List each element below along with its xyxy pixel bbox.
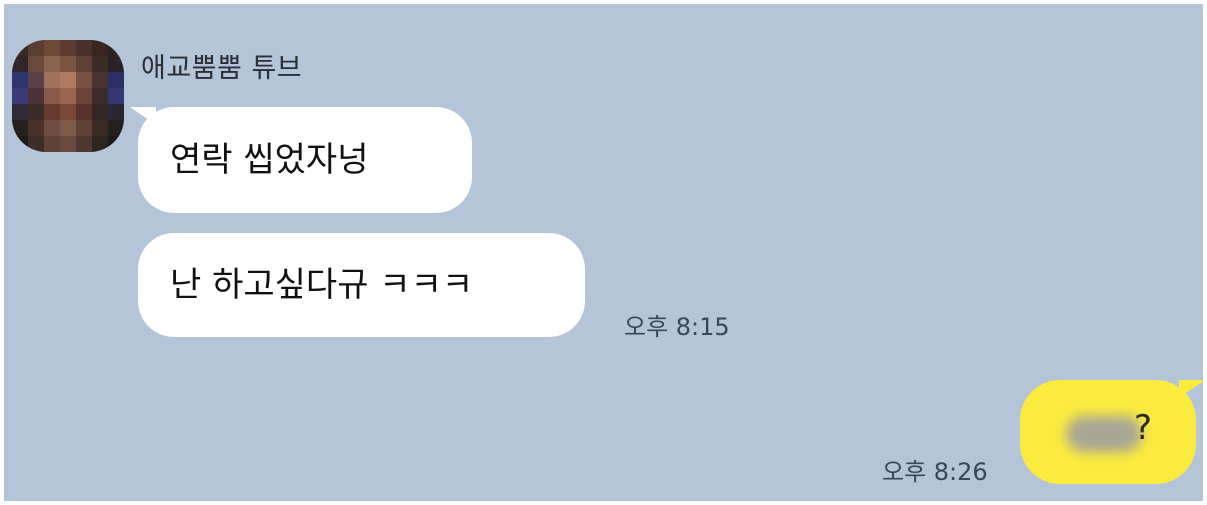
incoming-message-bubble[interactable]: 연락 씹었자넝 [130, 107, 472, 213]
message-text: ? [1134, 408, 1153, 448]
outgoing-message-bubble[interactable]: ? [1020, 380, 1203, 484]
message-timestamp: 오후 8:26 [882, 458, 988, 486]
sender-name: 애교뿜뿜 튜브 [141, 53, 303, 84]
message-text: 연락 씹었자넝 [170, 140, 369, 180]
incoming-message-bubble[interactable]: 난 하고싶다규 ㅋㅋㅋ [138, 233, 585, 337]
message-text: 난 하고싶다규 ㅋㅋㅋ [170, 265, 474, 305]
chat-room: 애교뿜뿜 튜브 연락 씹었자넝 난 하고싶다규 ㅋㅋㅋ 오후 8:15 오후 8… [4, 4, 1203, 501]
profile-avatar[interactable] [12, 40, 124, 152]
message-timestamp: 오후 8:15 [624, 313, 730, 341]
blurred-redaction [1066, 416, 1142, 452]
